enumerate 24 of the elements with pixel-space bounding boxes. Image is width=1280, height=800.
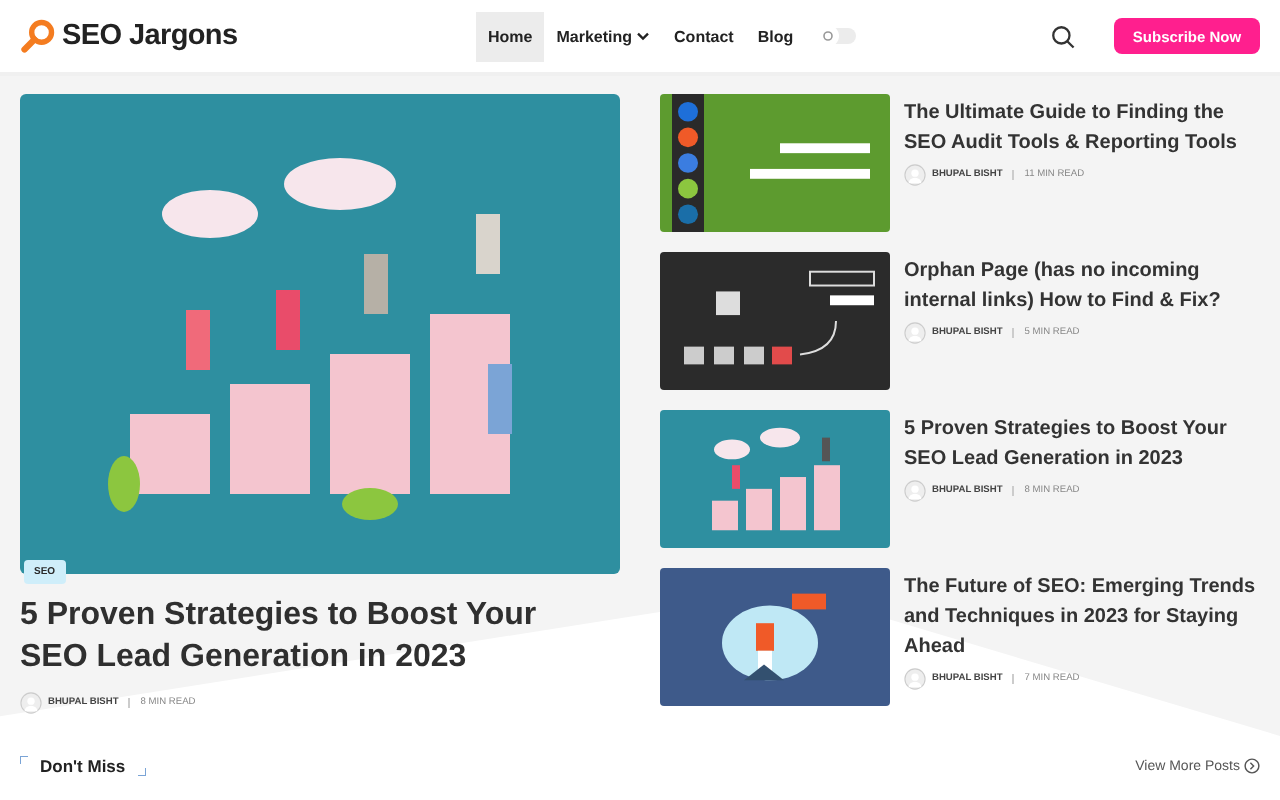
avatar-icon	[904, 322, 926, 344]
nav-link[interactable]: Blog	[745, 11, 806, 61]
search-icon[interactable]	[1050, 23, 1076, 49]
caret-icon[interactable]	[636, 31, 651, 41]
avatar-icon	[20, 692, 42, 714]
section-title: Don't Miss	[40, 756, 126, 776]
post-title[interactable]: The Ultimate Guide to Finding the SEO Audit Tools & Reporting Tools	[904, 98, 1260, 158]
magnifier-icon	[20, 18, 56, 54]
nav-link[interactable]: Contact	[662, 11, 746, 61]
arrow-circle-icon[interactable]	[1244, 758, 1260, 774]
avatar-icon	[904, 480, 926, 502]
featured-post-title[interactable]: 5 Proven Strategies to Boost Your SEO Lead Generation in 2023	[20, 594, 590, 678]
post-title[interactable]: 5 Proven Strategies to Boost Your SEO Lead Generation in 2023	[904, 414, 1260, 474]
corner-icon	[20, 756, 28, 764]
post-title[interactable]: Orphan Page (has no incoming internal links) How to Find & Fix?	[904, 256, 1260, 316]
site-logo[interactable]: SEO Jargons	[20, 18, 460, 54]
post-title[interactable]: The Future of SEO: Emerging Trends and Techniques in 2023 for Staying Ahead	[904, 572, 1260, 662]
avatar-icon	[904, 164, 926, 186]
theme-toggle[interactable]	[817, 28, 856, 44]
nav-link[interactable]: Marketing	[544, 11, 663, 61]
nav-link[interactable]: Home	[476, 11, 545, 61]
corner-icon	[137, 768, 146, 776]
avatar-icon	[904, 668, 926, 690]
site-name: SEO Jargons	[62, 20, 238, 52]
